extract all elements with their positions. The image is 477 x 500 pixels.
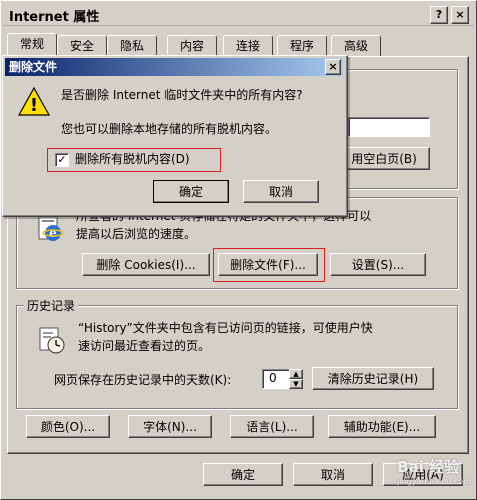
baidu-watermark: Bai 经验 jingyan.baidu.com: [397, 456, 471, 486]
use-blank-button[interactable]: 用空白页(B): [338, 147, 430, 170]
history-days-spinner[interactable]: ▲ ▼: [289, 369, 303, 389]
fonts-button[interactable]: 字体(N)...: [128, 415, 212, 438]
svg-text:e: e: [49, 226, 57, 240]
spin-down-icon[interactable]: ▼: [289, 379, 303, 389]
tab-advanced[interactable]: 高级: [331, 35, 381, 56]
delete-offline-label[interactable]: 删除所有脱机内容(D): [75, 150, 190, 168]
tab-security[interactable]: 安全: [57, 35, 107, 56]
cancel-button[interactable]: 取消: [293, 463, 373, 486]
tab-connections[interactable]: 连接: [223, 35, 273, 56]
delete-files-dialog: 删除文件 × ! 是否删除 Internet 临时文件夹中的所有内容? 您也可以…: [2, 55, 348, 217]
close-button[interactable]: ×: [451, 6, 469, 24]
delete-offline-checkbox[interactable]: ✓: [55, 153, 69, 167]
languages-button[interactable]: 语言(L)...: [230, 415, 314, 438]
clear-history-button[interactable]: 清除历史记录(H): [312, 367, 434, 390]
ie-page-icon: e: [36, 215, 64, 243]
delete-dialog-question: 是否删除 Internet 临时文件夹中的所有内容?: [61, 88, 303, 102]
help-button[interactable]: ?: [430, 6, 448, 24]
history-icon: [38, 325, 66, 355]
settings-button[interactable]: 设置(S)...: [330, 253, 426, 276]
warning-icon: !: [17, 86, 51, 118]
tab-general[interactable]: 常规: [7, 33, 57, 57]
ok-button[interactable]: 确定: [203, 463, 283, 486]
tab-privacy[interactable]: 隐私: [107, 35, 157, 56]
watermark-text: Bai 经验: [397, 458, 460, 476]
temp-files-desc-2: 提高以后浏览的速度。: [76, 227, 197, 241]
history-days-input[interactable]: 0: [262, 369, 290, 389]
window-title: Internet 属性: [9, 10, 100, 25]
delete-dialog-hint: 您也可以删除本地存储的所有脱机内容。: [61, 122, 278, 136]
delete-dialog-close-button[interactable]: ×: [325, 59, 341, 75]
warning-glyph: !: [29, 95, 39, 116]
homepage-address-input[interactable]: [348, 117, 430, 137]
title-bar: Internet 属性 ? ×: [3, 3, 474, 26]
tab-programs[interactable]: 程序: [277, 35, 327, 56]
delete-dialog-title: 删除文件: [5, 58, 343, 76]
tab-content[interactable]: 内容: [167, 35, 217, 56]
colors-button[interactable]: 颜色(O)...: [26, 415, 110, 438]
delete-dialog-ok-button[interactable]: 确定: [153, 180, 229, 203]
watermark-url: jingyan.baidu.com: [397, 477, 471, 486]
history-desc-2: 速访问最近查看过的页。: [78, 339, 211, 353]
history-days-value: 0: [269, 371, 277, 385]
history-group-label: 历史记录: [24, 297, 79, 314]
spin-up-icon[interactable]: ▲: [289, 369, 303, 379]
history-days-label: 网页保存在历史记录中的天数(K):: [54, 373, 232, 387]
history-desc-1: “History”文件夹中包含有已访问页的链接，可使用户快: [78, 321, 373, 335]
delete-dialog-cancel-button[interactable]: 取消: [243, 180, 319, 203]
accessibility-button[interactable]: 辅助功能(E)...: [328, 415, 436, 438]
delete-files-highlight: [213, 248, 325, 282]
delete-cookies-button[interactable]: 删除 Cookies(I)...: [82, 253, 210, 276]
